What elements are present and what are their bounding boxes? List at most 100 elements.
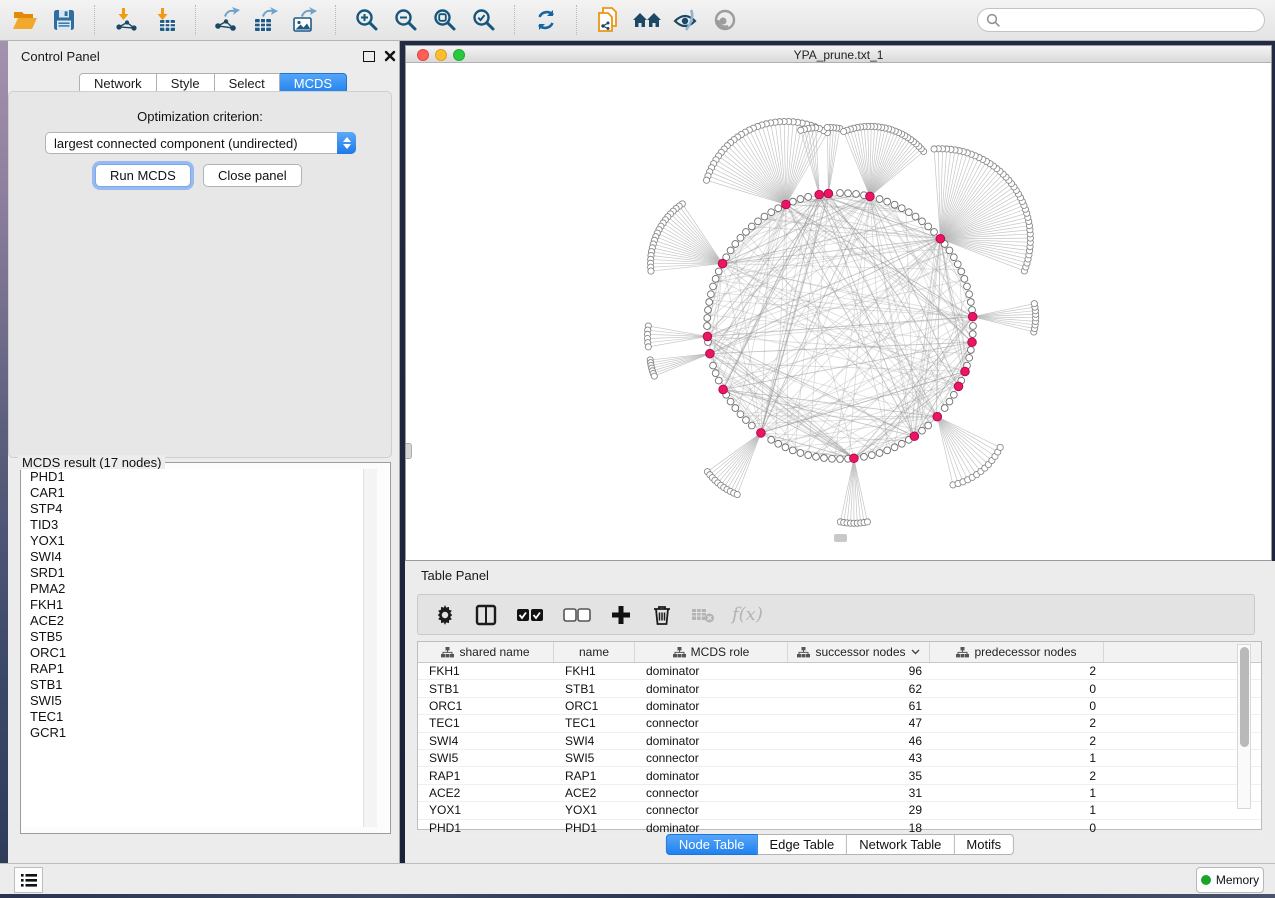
ring-node[interactable] — [737, 234, 744, 241]
ring-node[interactable] — [966, 354, 973, 361]
ring-node[interactable] — [853, 191, 860, 198]
ring-node[interactable] — [946, 398, 953, 405]
mcds-hub-node[interactable] — [718, 259, 727, 268]
mcds-result-item[interactable]: STB5 — [22, 629, 377, 645]
search-input[interactable] — [1007, 12, 1256, 28]
ring-node[interactable] — [821, 455, 828, 462]
tab-node-table[interactable]: Node Table — [666, 834, 758, 855]
export-network-icon[interactable] — [212, 5, 242, 35]
ring-node[interactable] — [706, 299, 713, 306]
mcds-hub-node[interactable] — [850, 454, 859, 463]
ring-node[interactable] — [704, 315, 711, 322]
ring-node[interactable] — [748, 223, 755, 230]
delete-column-icon[interactable] — [650, 603, 674, 627]
ring-node[interactable] — [925, 422, 932, 429]
table-row[interactable]: FKH1FKH1dominator962 — [418, 663, 1261, 680]
satellite-node[interactable] — [824, 124, 830, 130]
add-column-icon[interactable] — [609, 603, 633, 627]
satellite-node[interactable] — [997, 444, 1003, 450]
column-header-predecessor-nodes[interactable]: predecessor nodes — [930, 642, 1104, 662]
table-row[interactable]: TEC1TEC1connector472 — [418, 715, 1261, 732]
ring-node[interactable] — [925, 223, 932, 230]
mcds-hub-node[interactable] — [961, 367, 970, 376]
mcds-result-list[interactable]: PHD1CAR1STP4TID3YOX1SWI4SRD1PMA2FKH1ACE2… — [22, 469, 377, 827]
export-image-icon[interactable] — [290, 5, 320, 35]
mcds-result-item[interactable]: ORC1 — [22, 645, 377, 661]
table-row[interactable]: SWI5SWI5connector431 — [418, 750, 1261, 767]
ring-node[interactable] — [789, 447, 796, 454]
mcds-hub-node[interactable] — [968, 338, 977, 347]
satellite-node[interactable] — [648, 268, 654, 274]
table-row[interactable]: STB1STB1dominator620 — [418, 680, 1261, 697]
ring-node[interactable] — [876, 196, 883, 203]
ring-node[interactable] — [970, 323, 977, 330]
ring-node[interactable] — [837, 190, 844, 197]
mcds-result-item[interactable]: FKH1 — [22, 597, 377, 613]
ring-node[interactable] — [905, 209, 912, 216]
save-session-icon[interactable] — [49, 5, 79, 35]
ring-node[interactable] — [755, 218, 762, 225]
ring-node[interactable] — [919, 218, 926, 225]
mcds-result-item[interactable]: SWI5 — [22, 693, 377, 709]
hide-selected-icon[interactable] — [671, 5, 701, 35]
ring-node[interactable] — [829, 455, 836, 462]
ring-node[interactable] — [768, 209, 775, 216]
table-row[interactable]: ACE2ACE2connector311 — [418, 785, 1261, 802]
satellite-node[interactable] — [864, 519, 870, 525]
ring-node[interactable] — [715, 377, 722, 384]
ring-node[interactable] — [964, 283, 971, 290]
mcds-hub-node[interactable] — [954, 382, 963, 391]
table-row[interactable]: RAP1RAP1dominator352 — [418, 767, 1261, 784]
table-row[interactable]: SWI4SWI4dominator462 — [418, 733, 1261, 750]
zoom-out-icon[interactable] — [391, 5, 421, 35]
ring-node[interactable] — [891, 201, 898, 208]
mcds-result-item[interactable]: TID3 — [22, 517, 377, 533]
column-header-shared-name[interactable]: shared name — [418, 642, 554, 662]
tab-network-table[interactable]: Network Table — [847, 834, 954, 855]
satellite-node[interactable] — [931, 146, 937, 152]
ring-node[interactable] — [727, 398, 734, 405]
close-panel-icon[interactable] — [384, 50, 396, 62]
mcds-result-item[interactable]: ACE2 — [22, 613, 377, 629]
double-home-icon[interactable] — [632, 5, 662, 35]
ring-node[interactable] — [891, 444, 898, 451]
deselect-all-columns-icon[interactable] — [562, 603, 592, 627]
ring-node[interactable] — [732, 405, 739, 412]
ring-node[interactable] — [861, 453, 868, 460]
import-network-icon[interactable] — [111, 5, 141, 35]
ring-node[interactable] — [868, 452, 875, 459]
ring-node[interactable] — [715, 268, 722, 275]
mcds-hub-node[interactable] — [815, 190, 824, 199]
mcds-hub-node[interactable] — [782, 200, 791, 209]
ring-node[interactable] — [704, 323, 711, 330]
search-field[interactable] — [977, 8, 1265, 32]
ring-node[interactable] — [805, 193, 812, 200]
ring-node[interactable] — [768, 436, 775, 443]
ring-node[interactable] — [748, 422, 755, 429]
close-panel-button[interactable]: Close panel — [203, 164, 302, 187]
ring-node[interactable] — [884, 198, 891, 205]
run-mcds-button[interactable]: Run MCDS — [95, 164, 191, 187]
table-row[interactable]: ORC1ORC1dominator610 — [418, 698, 1261, 715]
open-session-icon[interactable] — [10, 5, 40, 35]
ring-node[interactable] — [954, 261, 961, 268]
ring-node[interactable] — [958, 268, 965, 275]
column-header-successor-nodes[interactable]: successor nodes — [788, 642, 930, 662]
ring-node[interactable] — [710, 362, 717, 369]
refresh-layout-icon[interactable] — [531, 5, 561, 35]
select-all-columns-icon[interactable] — [515, 603, 545, 627]
ring-node[interactable] — [912, 213, 919, 220]
satellite-node[interactable] — [798, 127, 804, 133]
ring-node[interactable] — [712, 370, 719, 377]
zoom-in-icon[interactable] — [352, 5, 382, 35]
split-divider-handle[interactable] — [406, 443, 412, 459]
ring-node[interactable] — [966, 291, 973, 298]
mcds-hub-node[interactable] — [719, 385, 728, 394]
mcds-hub-node[interactable] — [866, 192, 875, 201]
mcds-hub-node[interactable] — [824, 189, 833, 198]
ring-node[interactable] — [845, 190, 852, 197]
import-table-icon[interactable] — [150, 5, 180, 35]
tab-motifs[interactable]: Motifs — [954, 834, 1014, 855]
mcds-result-item[interactable]: SWI4 — [22, 549, 377, 565]
mcds-result-item[interactable]: GCR1 — [22, 725, 377, 741]
